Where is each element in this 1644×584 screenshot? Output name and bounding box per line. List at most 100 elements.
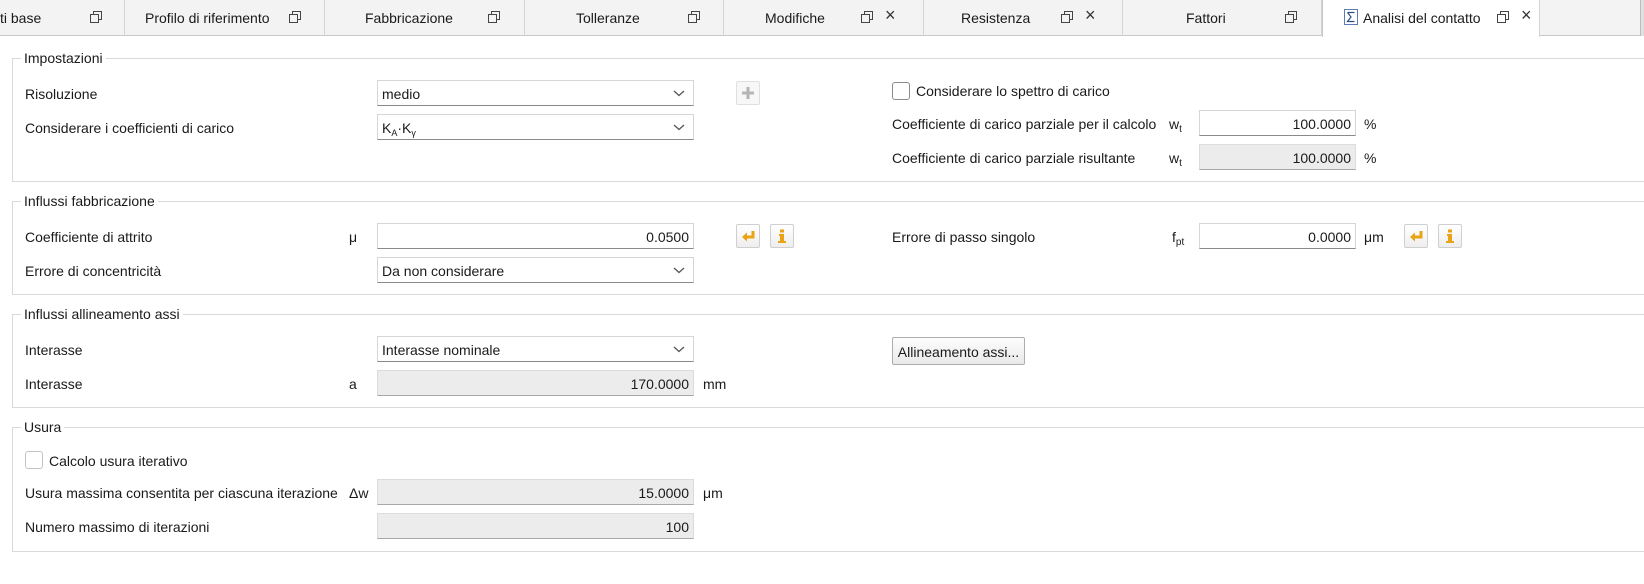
chevron-down-icon xyxy=(673,124,685,131)
field-value: 15.0000 xyxy=(638,485,689,501)
iterative-wear-label: Calcolo usura iterativo xyxy=(49,453,188,469)
center-distance-label: Interasse xyxy=(25,376,83,392)
chevron-down-icon xyxy=(673,346,685,353)
tab-fattori[interactable]: Fattori xyxy=(1123,0,1322,36)
close-icon[interactable]: × xyxy=(1521,6,1532,24)
select-value: Da non considerare xyxy=(382,263,505,279)
friction-symbol: μ xyxy=(349,229,358,245)
return-arrow-icon xyxy=(1410,231,1423,242)
friction-apply-button[interactable] xyxy=(736,224,760,248)
select-value: KA·Kγ xyxy=(382,120,416,138)
input-value: 0.0000 xyxy=(1308,229,1351,245)
info-icon xyxy=(1446,229,1454,243)
chevron-down-icon xyxy=(673,90,685,97)
tab-label: Fattori xyxy=(1186,10,1226,26)
center-distance-symbol: a xyxy=(349,376,357,392)
partial-result-symbol: wt xyxy=(1169,150,1182,169)
center-distance-field: 170.0000 xyxy=(377,370,694,396)
tab-scroll-edge xyxy=(1640,0,1644,36)
chevron-down-icon xyxy=(673,267,685,274)
partial-calc-unit: % xyxy=(1364,116,1377,132)
max-iterations-label: Numero massimo di iterazioni xyxy=(25,519,210,535)
tab-label: Profilo di riferimento xyxy=(145,10,270,26)
tab-fabbricazione[interactable]: Fabbricazione xyxy=(325,0,525,36)
friction-input[interactable]: 0.0500 xyxy=(377,223,694,249)
concentricity-select[interactable]: Da non considerare xyxy=(377,257,694,283)
load-spectrum-label: Considerare lo spettro di carico xyxy=(916,83,1110,99)
input-value: 100.0000 xyxy=(1292,116,1351,132)
resolution-label: Risoluzione xyxy=(25,86,98,102)
restore-window-icon[interactable] xyxy=(687,10,701,24)
friction-label: Coefficiente di attrito xyxy=(25,229,153,245)
tab-label: Resistenza xyxy=(961,10,1031,26)
restore-window-icon[interactable] xyxy=(1060,10,1074,24)
group-title: Impostazioni xyxy=(21,49,106,67)
pitch-error-info-button[interactable] xyxy=(1438,224,1462,248)
group-title: Usura xyxy=(21,418,65,436)
manufacturing-group: Influssi fabbricazione xyxy=(12,192,1644,295)
select-value: Interasse nominale xyxy=(382,342,501,358)
add-button[interactable] xyxy=(736,81,760,105)
max-wear-symbol: Δw xyxy=(349,485,369,501)
tab-modifiche[interactable]: Modifiche × xyxy=(724,0,924,36)
max-wear-unit: μm xyxy=(703,485,723,501)
pitch-error-input[interactable]: 0.0000 xyxy=(1199,223,1356,249)
tab-dati-base[interactable]: ti base xyxy=(0,0,125,36)
tab-label: ti base xyxy=(0,10,42,26)
tab-tolleranze[interactable]: Tolleranze xyxy=(525,0,724,36)
pitch-error-symbol: fpt xyxy=(1172,229,1185,248)
restore-window-icon[interactable] xyxy=(1496,10,1510,24)
button-label: Allineamento assi... xyxy=(897,344,1020,360)
field-value: 100 xyxy=(665,519,689,535)
info-icon xyxy=(778,229,786,243)
tab-profilo-di-riferimento[interactable]: Profilo di riferimento xyxy=(125,0,325,36)
load-coeff-label: Considerare i coefficienti di carico xyxy=(25,120,235,136)
restore-window-icon[interactable] xyxy=(487,10,501,24)
tab-label: Modifiche xyxy=(765,10,825,26)
load-coeff-select[interactable]: KA·Kγ xyxy=(377,114,694,140)
tab-resistenza[interactable]: Resistenza × xyxy=(924,0,1123,36)
select-value: medio xyxy=(382,86,421,102)
max-wear-label: Usura massima consentita per ciascuna it… xyxy=(25,485,338,501)
friction-info-button[interactable] xyxy=(770,224,794,248)
return-arrow-icon xyxy=(742,231,755,242)
partial-calc-input[interactable]: 100.0000 xyxy=(1199,110,1356,136)
max-wear-field: 15.0000 xyxy=(377,479,694,505)
restore-window-icon[interactable] xyxy=(1284,10,1298,24)
alignment-group: Influssi allineamento assi xyxy=(12,305,1644,408)
iterative-wear-checkbox[interactable] xyxy=(25,451,43,469)
pitch-error-unit: μm xyxy=(1364,229,1384,245)
close-icon[interactable]: × xyxy=(885,6,896,24)
center-distance-type-label: Interasse xyxy=(25,342,83,358)
restore-window-icon[interactable] xyxy=(89,10,103,24)
group-title: Influssi allineamento assi xyxy=(21,305,183,323)
resolution-select[interactable]: medio xyxy=(377,80,694,106)
restore-window-icon[interactable] xyxy=(288,10,302,24)
tab-label: Analisi del contatto xyxy=(1363,10,1481,26)
partial-calc-label: Coefficiente di carico parziale per il c… xyxy=(892,116,1157,132)
pitch-error-label: Errore di passo singolo xyxy=(892,229,1036,245)
tab-analisi-del-contatto[interactable]: Analisi del contatto × xyxy=(1322,0,1540,37)
partial-result-field: 100.0000 xyxy=(1199,144,1356,170)
center-distance-select[interactable]: Interasse nominale xyxy=(377,336,694,362)
partial-result-unit: % xyxy=(1364,150,1377,166)
tab-bar: ti base Profilo di riferimento Fabbricaz… xyxy=(0,0,1644,37)
partial-result-label: Coefficiente di carico parziale risultan… xyxy=(892,150,1136,166)
close-icon[interactable]: × xyxy=(1085,6,1096,24)
tab-label: Tolleranze xyxy=(576,10,640,26)
pitch-error-apply-button[interactable] xyxy=(1404,224,1428,248)
plus-icon xyxy=(742,87,754,99)
field-value: 100.0000 xyxy=(1292,150,1351,166)
load-spectrum-checkbox[interactable] xyxy=(892,82,910,100)
tab-label: Fabbricazione xyxy=(365,10,453,26)
sigma-document-icon xyxy=(1344,9,1358,25)
restore-window-icon[interactable] xyxy=(860,10,874,24)
axis-alignment-button[interactable]: Allineamento assi... xyxy=(892,337,1025,365)
concentricity-label: Errore di concentricità xyxy=(25,263,162,279)
center-distance-unit: mm xyxy=(703,376,727,392)
field-value: 170.0000 xyxy=(630,376,689,392)
group-title: Influssi fabbricazione xyxy=(21,192,158,210)
settings-group: Impostazioni xyxy=(12,49,1644,182)
max-iterations-field: 100 xyxy=(377,513,694,539)
input-value: 0.0500 xyxy=(646,229,689,245)
